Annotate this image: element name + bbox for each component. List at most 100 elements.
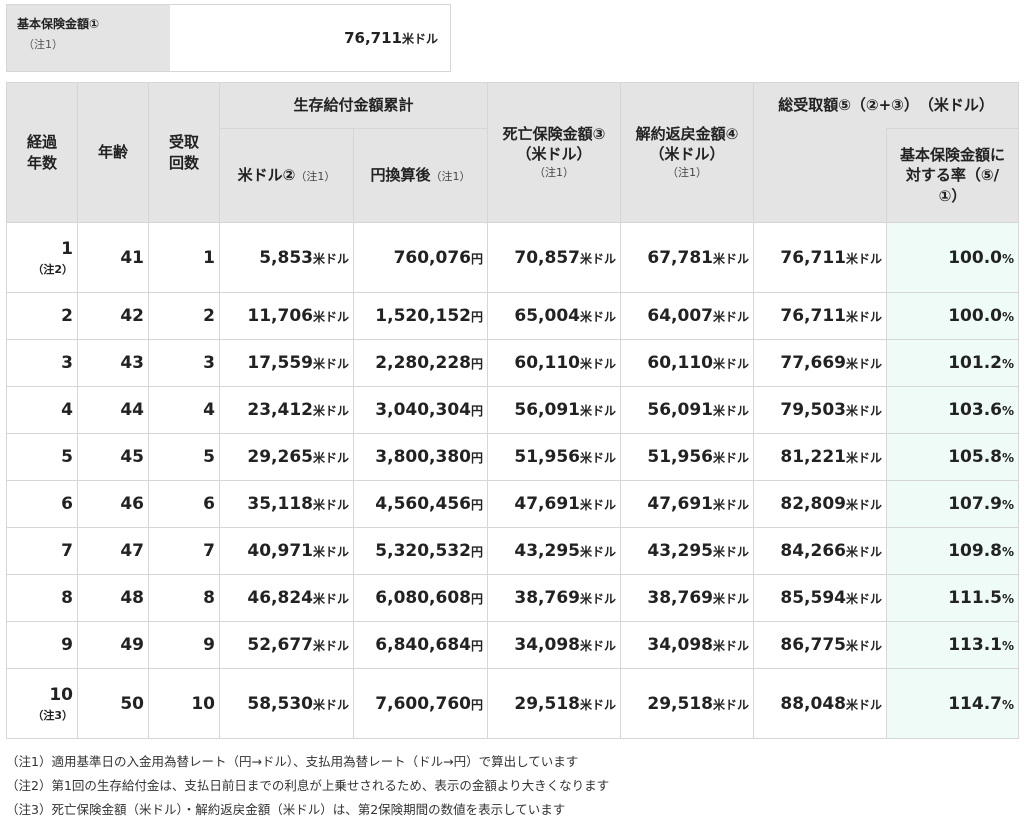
survival-usd-cell-unit: 米ドル	[312, 498, 349, 512]
total-cell-value: 81,221	[780, 447, 846, 467]
survival-usd-cell-value: 5,853	[259, 247, 313, 268]
ratio-cell-unit: %	[1002, 592, 1015, 606]
age-cell-value: 48	[120, 588, 144, 608]
surrender-cell: 38,769米ドル	[620, 574, 755, 622]
total-cell: 84,266米ドル	[753, 527, 888, 575]
death-cell: 34,098米ドル	[487, 621, 622, 669]
survival-usd-cell-value: 40,971	[247, 541, 313, 561]
survival-jpy-cell-value: 2,280,228	[375, 353, 471, 373]
ratio-cell: 100.0%	[886, 222, 1020, 293]
year-cell-value: 10	[49, 684, 73, 705]
survival-jpy-cell-unit: 円	[471, 697, 484, 712]
surrender-cell: 56,091米ドル	[620, 386, 755, 434]
death-cell-unit: 米ドル	[580, 639, 617, 653]
total-cell: 86,775米ドル	[753, 621, 888, 669]
survival-usd-cell: 11,706米ドル	[219, 292, 354, 340]
death-cell: 29,518米ドル	[487, 668, 622, 739]
death-cell: 43,295米ドル	[487, 527, 622, 575]
total-cell-value: 77,669	[780, 353, 846, 373]
surrender-cell-unit: 米ドル	[713, 251, 750, 266]
survival-jpy-cell: 3,800,380円	[352, 433, 489, 481]
year-cell: 10 （注3）	[6, 668, 78, 739]
header-survival-usd: 米ドル②（注1）	[219, 128, 354, 223]
count-cell: 6	[148, 480, 220, 528]
survival-usd-cell: 52,677米ドル	[219, 621, 354, 669]
ratio-cell-value: 111.5	[948, 588, 1002, 608]
death-cell-value: 51,956	[514, 447, 580, 467]
total-cell-value: 84,266	[780, 541, 846, 561]
total-cell-unit: 米ドル	[846, 697, 883, 712]
survival-usd-cell-unit: 米ドル	[312, 545, 349, 559]
age-cell-value: 46	[120, 494, 144, 514]
table-row: 2 42 2 11,706米ドル 1,520,152円 65,004米ドル 64,007米ド…	[6, 292, 1020, 340]
survival-jpy-cell-value: 5,320,532	[375, 541, 471, 561]
death-cell-value: 29,518	[514, 693, 580, 714]
survival-jpy-cell: 3,040,304円	[352, 386, 489, 434]
survival-usd-cell-value: 17,559	[247, 353, 313, 373]
age-cell: 43	[77, 339, 149, 387]
survival-usd-cell: 46,824米ドル	[219, 574, 354, 622]
age-cell: 45	[77, 433, 149, 481]
year-cell-value: 2	[61, 306, 73, 326]
year-cell: 9	[6, 621, 78, 669]
surrender-cell-unit: 米ドル	[713, 545, 750, 559]
survival-jpy-cell-value: 7,600,760	[375, 693, 471, 714]
header-death: 死亡保険金額③ （米ドル） （注1）	[487, 82, 622, 223]
ratio-cell-value: 103.6	[948, 400, 1002, 420]
survival-jpy-cell: 5,320,532円	[352, 527, 489, 575]
survival-jpy-cell-unit: 円	[471, 404, 484, 418]
ratio-cell: 100.0%	[886, 292, 1020, 340]
ratio-cell: 111.5%	[886, 574, 1020, 622]
survival-usd-cell-unit: 米ドル	[312, 404, 349, 418]
surrender-cell-unit: 米ドル	[713, 498, 750, 512]
age-cell-value: 43	[120, 353, 144, 373]
total-cell-unit: 米ドル	[846, 357, 883, 371]
age-cell: 46	[77, 480, 149, 528]
death-cell-unit: 米ドル	[580, 592, 617, 606]
ratio-cell-unit: %	[1002, 697, 1015, 712]
age-cell-value: 50	[120, 693, 144, 714]
year-cell-value: 1	[61, 238, 73, 259]
table-row: 10 （注3） 50 10 58,530米ドル 7,600,760円 29,518米ドル 29…	[6, 668, 1020, 739]
death-cell-unit: 米ドル	[580, 404, 617, 418]
total-cell-unit: 米ドル	[846, 639, 883, 653]
death-cell-unit: 米ドル	[580, 697, 617, 712]
header-surrender: 解約返戻金額④ （米ドル） （注1）	[620, 82, 755, 223]
survival-jpy-cell-unit: 円	[471, 592, 484, 606]
age-cell: 47	[77, 527, 149, 575]
survival-jpy-cell-unit: 円	[471, 545, 484, 559]
death-cell-value: 60,110	[514, 353, 580, 373]
ratio-cell-unit: %	[1002, 451, 1015, 465]
table-row: 9 49 9 52,677米ドル 6,840,684円 34,098米ドル 34,098米ド…	[6, 621, 1020, 669]
year-cell: 3	[6, 339, 78, 387]
survival-jpy-cell-unit: 円	[471, 498, 484, 512]
total-cell-value: 85,594	[780, 588, 846, 608]
surrender-cell: 51,956米ドル	[620, 433, 755, 481]
ratio-cell-value: 101.2	[948, 353, 1002, 373]
header-years: 経過年数	[6, 82, 78, 223]
total-cell-unit: 米ドル	[846, 498, 883, 512]
survival-jpy-cell-unit: 円	[471, 357, 484, 371]
header-survival-group: 生存給付金額累計	[218, 82, 489, 129]
ratio-cell-value: 105.8	[948, 447, 1002, 467]
header-count: 受取回数	[148, 82, 220, 223]
year-cell: 2	[6, 292, 78, 340]
survival-usd-cell-value: 58,530	[247, 693, 313, 714]
header-total-spacer	[753, 128, 888, 223]
count-cell: 10	[148, 668, 220, 739]
survival-jpy-cell: 4,560,456円	[352, 480, 489, 528]
total-cell-value: 86,775	[780, 635, 846, 655]
surrender-cell: 60,110米ドル	[620, 339, 755, 387]
ratio-cell-unit: %	[1002, 545, 1015, 559]
total-cell: 81,221米ドル	[753, 433, 888, 481]
survival-jpy-cell: 7,600,760円	[352, 668, 489, 739]
death-cell: 38,769米ドル	[487, 574, 622, 622]
death-cell: 47,691米ドル	[487, 480, 622, 528]
year-cell: 5	[6, 433, 78, 481]
age-cell-value: 45	[120, 447, 144, 467]
note-3: （注3）死亡保険金額（米ドル）・解約返戻金額（米ドル）は、第2保険期間の数値を表…	[6, 802, 566, 817]
ratio-cell-unit: %	[1002, 310, 1015, 324]
notes: （注1）適用基準日の入金用為替レート（円→ドル）、支払用為替レート（ドル→円）で…	[6, 750, 609, 822]
surrender-cell: 29,518米ドル	[620, 668, 755, 739]
surrender-cell-value: 51,956	[647, 447, 713, 467]
